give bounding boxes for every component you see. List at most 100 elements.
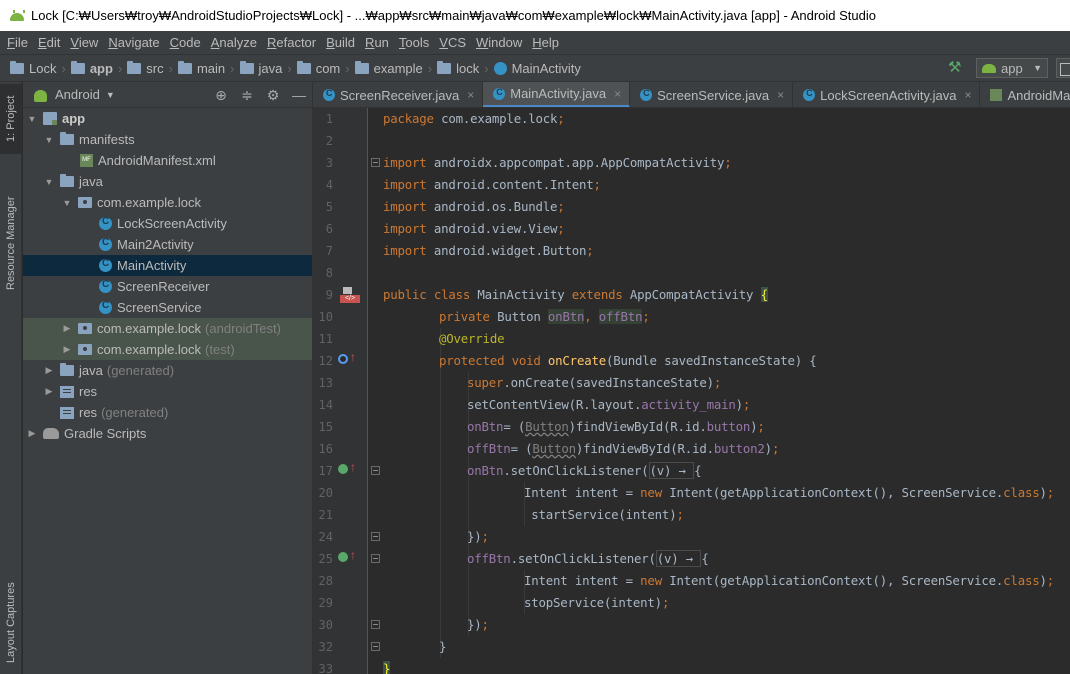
menu-code[interactable]: Code xyxy=(165,35,206,50)
menu-edit[interactable]: Edit xyxy=(33,35,65,50)
menu-window[interactable]: Window xyxy=(471,35,527,50)
chevron-right-icon: › xyxy=(287,60,292,76)
tree-item-res[interactable]: ▶ res xyxy=(23,381,312,402)
breadcrumb-main[interactable]: main xyxy=(177,60,225,76)
close-icon[interactable]: × xyxy=(467,88,474,102)
tree-item-main2activity[interactable]: Main2Activity xyxy=(23,234,312,255)
breadcrumb-java[interactable]: java xyxy=(239,60,282,76)
tree-item-label: com.example.lock xyxy=(97,195,202,210)
menu-navigate[interactable]: Navigate xyxy=(103,35,164,50)
tree-item-qualifier: (test) xyxy=(205,342,235,357)
code-token: Button xyxy=(525,419,569,434)
tree-item-mainactivity[interactable]: MainActivity xyxy=(23,255,312,276)
tree-item-lockscreenactivity[interactable]: LockScreenActivity xyxy=(23,213,312,234)
breadcrumb-example[interactable]: example xyxy=(354,60,423,76)
collapse-all-icon[interactable]: ≑ xyxy=(234,87,260,104)
menu-help[interactable]: Help xyxy=(527,35,564,50)
override-arrow-up-icon[interactable]: ↑ xyxy=(350,548,356,562)
build-hammer-icon[interactable]: ⚒ xyxy=(948,60,964,76)
fold-marker-icon[interactable] xyxy=(371,642,380,651)
fold-marker-icon[interactable] xyxy=(371,532,380,541)
tab-screenreceiver[interactable]: ScreenReceiver.java × xyxy=(313,82,484,107)
tab-mainactivity[interactable]: MainActivity.java × xyxy=(483,82,631,107)
tree-item-manifests[interactable]: ▼ manifests xyxy=(23,129,312,150)
class-layout-gutter-icon[interactable]: </> xyxy=(340,287,360,303)
tree-item-screenreceiver[interactable]: ScreenReceiver xyxy=(23,276,312,297)
collapsed-arrow-icon[interactable]: ▶ xyxy=(61,344,73,355)
tree-item-java[interactable]: ▼ java xyxy=(23,171,312,192)
tab-screenservice[interactable]: ScreenService.java × xyxy=(630,82,794,107)
tab-androidmanifest[interactable]: AndroidManifest.xml xyxy=(980,82,1070,107)
tree-item-package-androidtest[interactable]: ▶ com.example.lock (androidTest) xyxy=(23,318,312,339)
code-token: onBtn xyxy=(467,463,504,478)
breadcrumb-app[interactable]: app xyxy=(70,60,113,76)
collapsed-arrow-icon[interactable]: ▶ xyxy=(43,386,55,397)
fold-marker-icon[interactable] xyxy=(371,158,380,167)
close-icon[interactable]: × xyxy=(964,88,971,102)
code-token: )findViewById(R.id. xyxy=(575,441,714,456)
expanded-arrow-icon[interactable]: ▼ xyxy=(26,114,38,124)
fold-marker-icon[interactable] xyxy=(371,554,380,563)
breadcrumb-com[interactable]: com xyxy=(296,60,340,76)
tree-item-androidmanifest[interactable]: MF AndroidManifest.xml xyxy=(23,150,312,171)
menu-view[interactable]: View xyxy=(65,35,103,50)
menu-build[interactable]: Build xyxy=(321,35,360,50)
tree-item-package-test[interactable]: ▶ com.example.lock (test) xyxy=(23,339,312,360)
close-icon[interactable]: × xyxy=(777,88,784,102)
implement-method-icon[interactable] xyxy=(338,552,348,562)
locate-crosshair-icon[interactable]: ⊕ xyxy=(208,87,234,104)
tree-item-screenservice[interactable]: ScreenService xyxy=(23,297,312,318)
menu-file[interactable]: File xyxy=(2,35,33,50)
breadcrumb-src[interactable]: src xyxy=(127,60,164,76)
menu-vcs[interactable]: VCS xyxy=(434,35,471,50)
tab-label: LockScreenActivity.java xyxy=(820,87,957,103)
collapsed-arrow-icon[interactable]: ▶ xyxy=(26,428,38,439)
tab-label: ScreenService.java xyxy=(657,87,770,103)
expanded-arrow-icon[interactable]: ▼ xyxy=(61,198,73,208)
minimize-icon[interactable]: — xyxy=(286,87,312,103)
override-arrow-up-icon[interactable]: ↑ xyxy=(350,460,356,474)
code-line: setContentView(R.layout.activity_main); xyxy=(467,397,751,412)
menu-analyze[interactable]: Analyze xyxy=(206,35,262,50)
tree-item-label: AndroidManifest.xml xyxy=(98,153,216,168)
tree-item-app[interactable]: ▼ app xyxy=(23,108,312,129)
lambda-fold-token[interactable]: (v) → xyxy=(648,462,695,479)
tree-item-res-generated[interactable]: res (generated) xyxy=(23,402,312,423)
lambda-fold-token[interactable]: (v) → xyxy=(655,550,702,567)
android-studio-icon xyxy=(9,10,25,22)
collapsed-arrow-icon[interactable]: ▶ xyxy=(43,365,55,376)
tree-item-gradle-scripts[interactable]: ▶ Gradle Scripts xyxy=(23,423,312,444)
implement-method-icon[interactable] xyxy=(338,464,348,474)
breadcrumb-lock[interactable]: Lock xyxy=(10,60,56,76)
tool-window-resource-manager-tab[interactable]: Resource Manager xyxy=(0,172,22,302)
collapsed-arrow-icon[interactable]: ▶ xyxy=(61,323,73,334)
expanded-arrow-icon[interactable]: ▼ xyxy=(43,177,55,187)
breadcrumb-lock-package[interactable]: lock xyxy=(437,60,479,76)
class-icon xyxy=(493,61,507,75)
project-view-mode-dropdown[interactable]: Android xyxy=(55,87,100,102)
project-tool-window: Android ▼ ⊕ ≑ ⚙ — ▼ app ▼ manifests MF Andr… xyxy=(23,82,313,674)
run-configuration-dropdown[interactable]: app ▼ xyxy=(976,58,1048,78)
package-icon xyxy=(78,197,92,208)
tool-window-project-tab[interactable]: 1: Project xyxy=(0,84,22,154)
menu-tools[interactable]: Tools xyxy=(394,35,434,50)
menu-run[interactable]: Run xyxy=(360,35,394,50)
code-token: class xyxy=(1003,573,1040,588)
tree-item-package-lock[interactable]: ▼ com.example.lock xyxy=(23,192,312,213)
class-icon xyxy=(803,88,816,101)
tree-item-java-generated[interactable]: ▶ java (generated) xyxy=(23,360,312,381)
gear-icon[interactable]: ⚙ xyxy=(260,87,286,104)
fold-marker-icon[interactable] xyxy=(371,466,380,475)
override-method-icon[interactable] xyxy=(338,354,348,364)
device-selector[interactable] xyxy=(1056,58,1070,78)
menu-refactor[interactable]: Refactor xyxy=(262,35,321,50)
package-icon xyxy=(296,60,311,74)
breadcrumb-mainactivity[interactable]: MainActivity xyxy=(493,61,581,76)
expanded-arrow-icon[interactable]: ▼ xyxy=(43,135,55,145)
close-icon[interactable]: × xyxy=(614,87,621,101)
override-arrow-up-icon[interactable]: ↑ xyxy=(350,350,356,364)
tree-item-label: Main2Activity xyxy=(117,237,194,252)
tool-window-layout-captures-tab[interactable]: Layout Captures xyxy=(0,577,22,674)
fold-marker-icon[interactable] xyxy=(371,620,380,629)
tab-lockscreenactivity[interactable]: LockScreenActivity.java × xyxy=(793,82,981,107)
